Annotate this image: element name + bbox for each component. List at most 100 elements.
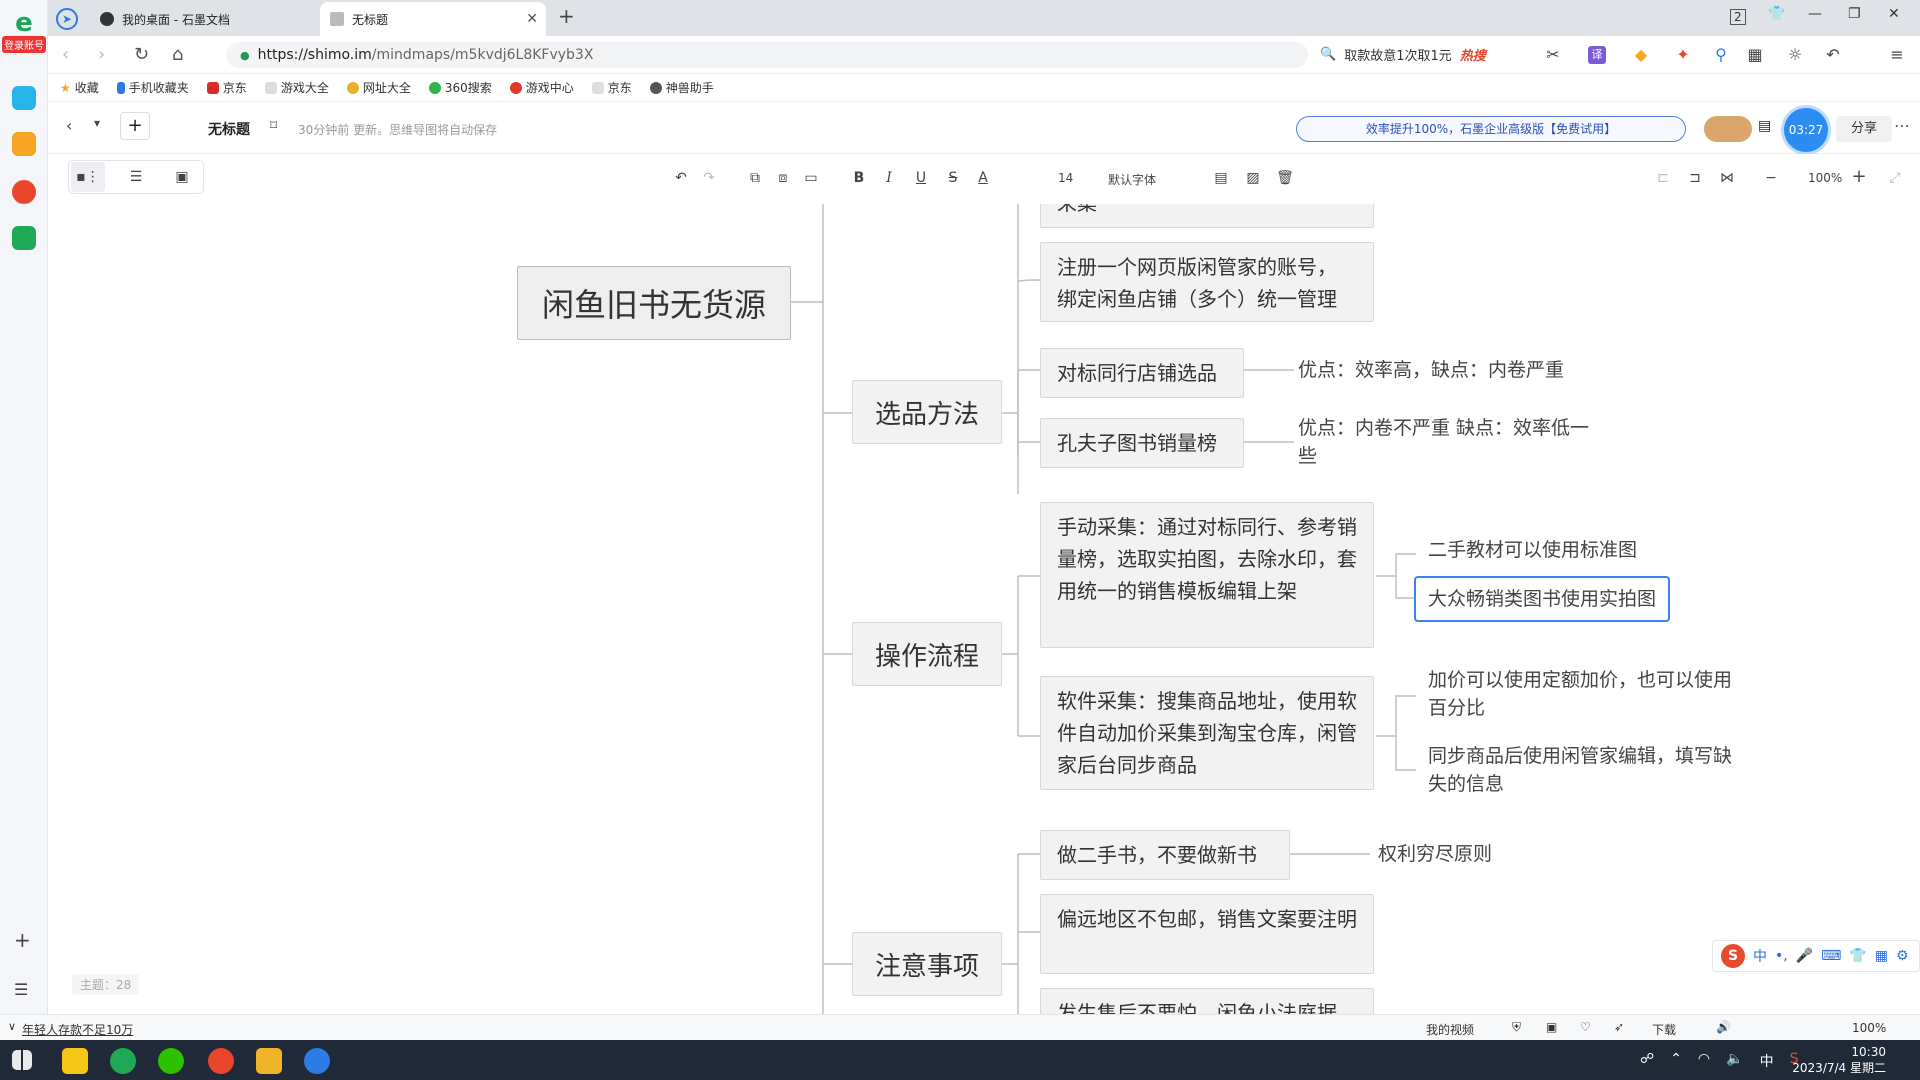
branch-zhuyi[interactable]: 注意事项 — [852, 932, 1002, 996]
italic-icon[interactable]: I — [878, 170, 900, 186]
ime-toolbar[interactable]: S 中 •, 🎤 ⌨ 👕 ▦ ⚙ — [1712, 940, 1920, 972]
apps-grid-icon[interactable]: ▦ — [1746, 46, 1764, 64]
address-bar[interactable]: ● https://shimo.im/mindmaps/m5kvdj6L8KFv… — [226, 42, 1308, 68]
browser-logo[interactable]: e 登录账号 — [2, 10, 46, 53]
browser-taskbar-icon[interactable] — [110, 1048, 136, 1074]
strikethrough-icon[interactable]: S — [942, 170, 964, 186]
zoom-out-icon[interactable]: − — [1760, 170, 1782, 186]
font-color-icon[interactable]: A — [972, 170, 994, 186]
mic-icon[interactable]: 🎤 — [1796, 948, 1813, 964]
delete-icon[interactable]: 🗑 — [1274, 170, 1296, 186]
node-zhuyi-2[interactable]: 偏远地区不包邮，销售文案要注明 — [1040, 894, 1374, 974]
page-zoom[interactable]: 100% — [1852, 1021, 1886, 1035]
heart-icon[interactable]: ♡ — [1580, 1020, 1591, 1034]
partial-node[interactable]: 采集 — [1040, 204, 1374, 228]
avatar[interactable] — [1704, 116, 1752, 142]
apps-icon[interactable]: ▦ — [1875, 948, 1888, 964]
forward-icon[interactable]: › — [98, 44, 105, 65]
leaf-xuanpin-1[interactable]: 优点：效率高，缺点：内卷严重 — [1298, 356, 1618, 384]
bookmark-gamecenter[interactable]: 游戏中心 — [509, 79, 574, 96]
login-badge[interactable]: 登录账号 — [2, 36, 46, 53]
tab-untitled[interactable]: 无标题 ✕ — [320, 2, 546, 36]
undo-icon[interactable]: ↶ — [1824, 46, 1842, 64]
bookmark-helper[interactable]: 神兽助手 — [649, 79, 714, 96]
restore-icon[interactable]: ❐ — [1848, 6, 1861, 22]
mindmap-canvas[interactable]: 闲鱼旧书无货源 采集 注册一个网页版闲管家的账号， 绑定闲鱼店铺（多个）统一管理… — [48, 204, 1920, 1014]
game-icon[interactable]: ✦ — [1674, 46, 1692, 64]
shield-icon[interactable]: ◆ — [1632, 46, 1650, 64]
root-node[interactable]: 闲鱼旧书无货源 — [517, 266, 791, 340]
mindmap-view-icon[interactable]: ▪⋮ — [71, 162, 105, 192]
leaf-caozuo-2a[interactable]: 加价可以使用定额加价，也可以使用百分比 — [1428, 666, 1738, 722]
favorites-star-icon[interactable] — [12, 132, 36, 156]
list-icon[interactable]: ☰ — [14, 980, 28, 999]
skin-icon[interactable]: 👕 — [1849, 948, 1866, 964]
node-zhuyi-1[interactable]: 做二手书，不要做新书 — [1040, 830, 1290, 880]
taskbar-ime[interactable]: 中 — [1760, 1051, 1774, 1071]
rocket-icon[interactable]: ➶ — [1614, 1020, 1624, 1034]
redo-icon[interactable]: ↷ — [698, 170, 720, 186]
windows-start-icon[interactable] — [12, 1050, 32, 1070]
tray-chevron-icon[interactable]: ⌃ — [1670, 1051, 1682, 1071]
side-app-icon[interactable] — [12, 86, 36, 110]
doc-title[interactable]: 无标题 — [208, 119, 250, 139]
bookmark-mobile[interactable]: 手机收藏夹 — [116, 79, 189, 96]
image-icon[interactable]: ▨ — [1242, 170, 1264, 186]
people-icon[interactable]: ☍ — [1640, 1051, 1654, 1071]
close-window-icon[interactable]: ✕ — [1888, 6, 1900, 22]
network-icon[interactable]: ◠ — [1698, 1051, 1710, 1071]
settings-icon[interactable]: ⚙ — [1896, 948, 1909, 964]
promo-banner[interactable]: 效率提升100%，石墨企业高级版【免费试用】 — [1296, 116, 1686, 142]
collapse-icon[interactable]: ⊏ — [1652, 170, 1674, 186]
tab-count-icon[interactable]: 2 — [1730, 9, 1746, 25]
keyboard-icon[interactable]: ⌨ — [1821, 948, 1841, 964]
scissors-icon[interactable]: ✂ — [1544, 46, 1562, 64]
node-caozuo-1[interactable]: 手动采集：通过对标同行、参考销量榜，选取实拍图，去除水印，套用统一的销售模板编辑… — [1040, 502, 1374, 648]
back-icon[interactable]: ‹ — [66, 116, 72, 135]
ime-mode[interactable]: 中 — [1753, 946, 1767, 966]
reload-icon[interactable]: ↻ — [134, 44, 149, 65]
clock[interactable]: 10:30 2023/7/4 星期二 — [1792, 1044, 1886, 1076]
font-family-select[interactable]: 默认字体 — [1108, 171, 1156, 188]
panel-view-icon[interactable]: ▣ — [165, 162, 199, 192]
menu-icon[interactable]: ≡ — [1888, 46, 1906, 64]
underline-icon[interactable]: U — [910, 170, 932, 186]
chrome-icon[interactable] — [208, 1048, 234, 1074]
punctuation-icon[interactable]: •, — [1775, 948, 1788, 964]
sound-icon[interactable]: 🔊 — [1716, 1020, 1731, 1034]
screenshot-icon[interactable]: ▣ — [1546, 1020, 1557, 1034]
leaf-xuanpin-2[interactable]: 优点：内卷不严重 缺点：效率低一些 — [1298, 414, 1598, 470]
node-xuanpin-2[interactable]: 孔夫子图书销量榜 — [1040, 418, 1244, 468]
undo-icon[interactable]: ↶ — [670, 170, 692, 186]
dropdown-icon[interactable]: ▾ — [94, 116, 100, 130]
leaf-caozuo-1a[interactable]: 二手教材可以使用标准图 — [1428, 536, 1708, 564]
wechat-icon[interactable] — [158, 1048, 184, 1074]
news-link[interactable]: 年轻人存款不足10万 — [22, 1021, 133, 1038]
leaf-zhuyi-1[interactable]: 权利穷尽原则 — [1378, 840, 1578, 868]
branch-caozuo[interactable]: 操作流程 — [852, 622, 1002, 686]
branch-xuanpin[interactable]: 选品方法 — [852, 380, 1002, 444]
translate-icon[interactable]: 译 — [1588, 46, 1606, 64]
shield-status-icon[interactable]: ⛨ — [1512, 1020, 1521, 1035]
back-icon[interactable]: ‹ — [62, 44, 69, 65]
add-icon[interactable]: + — [14, 928, 31, 952]
home-icon[interactable]: ⌂ — [172, 44, 183, 65]
style-icon[interactable]: ▤ — [1210, 170, 1232, 186]
close-tab-icon[interactable]: ✕ — [526, 11, 538, 27]
magnifier-icon[interactable]: ⚲ — [1712, 46, 1730, 64]
node-zhuyi-3[interactable]: 发生售后不要怕，闲鱼小法庭据 — [1040, 988, 1374, 1014]
chevron-icon[interactable]: ∨ — [8, 1020, 16, 1033]
brightness-icon[interactable]: ☼ — [1786, 46, 1804, 64]
sticky-notes-icon[interactable] — [62, 1048, 88, 1074]
weibo-icon[interactable] — [12, 180, 36, 204]
register-node[interactable]: 注册一个网页版闲管家的账号， 绑定闲鱼店铺（多个）统一管理 — [1040, 242, 1374, 322]
skin-icon[interactable]: 👕 — [1768, 6, 1785, 22]
fullscreen-icon[interactable]: ⤢ — [1884, 170, 1906, 186]
leaf-caozuo-2b[interactable]: 同步商品后使用闲管家编辑，填写缺失的信息 — [1428, 742, 1738, 798]
bookmark-360[interactable]: 360搜索 — [428, 79, 492, 96]
new-doc-button[interactable]: + — [120, 112, 150, 140]
edge-icon[interactable] — [304, 1048, 330, 1074]
bookmark-icon[interactable]: ⌑ — [270, 118, 277, 134]
more-icon[interactable]: ⋯ — [1894, 116, 1910, 135]
node-caozuo-2[interactable]: 软件采集：搜集商品地址，使用软件自动加价采集到淘宝仓库，闲管家后台同步商品 — [1040, 676, 1374, 790]
